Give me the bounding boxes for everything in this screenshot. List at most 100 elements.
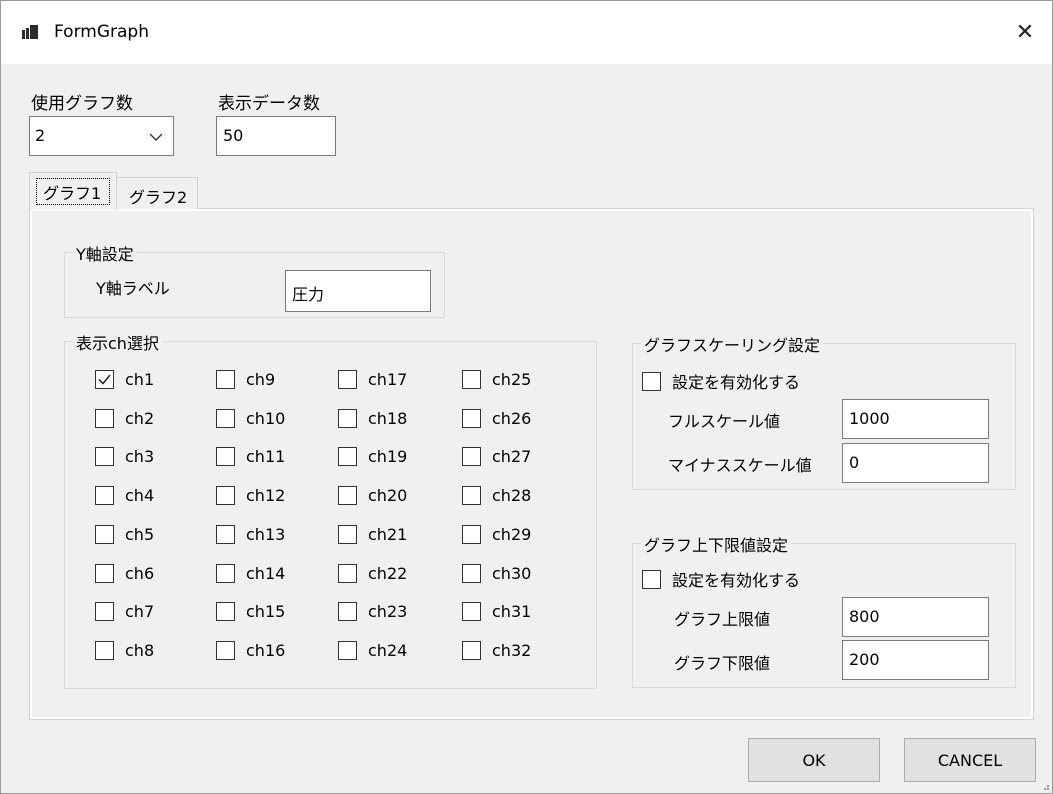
upper-limit-input[interactable]: 800 — [842, 597, 989, 637]
checkbox-box — [95, 564, 114, 583]
channel-checkbox-ch1[interactable]: ch1 — [95, 370, 154, 389]
channel-checkbox-ch11[interactable]: ch11 — [216, 447, 285, 466]
channel-checkbox-ch18[interactable]: ch18 — [338, 409, 407, 428]
minus-scale-label: マイナススケール値 — [668, 456, 812, 475]
channel-checkbox-ch2[interactable]: ch2 — [95, 409, 154, 428]
channel-label: ch22 — [368, 564, 408, 583]
channel-checkbox-ch22[interactable]: ch22 — [338, 564, 407, 583]
channel-label: ch7 — [125, 602, 155, 621]
channel-checkbox-ch23[interactable]: ch23 — [338, 602, 407, 621]
data-count-value: 50 — [223, 126, 244, 145]
channel-label: ch3 — [125, 447, 155, 466]
checkbox-box — [95, 525, 114, 544]
channel-label: ch32 — [492, 641, 532, 660]
checkbox-box — [216, 370, 235, 389]
channel-label: ch11 — [246, 447, 286, 466]
checkbox-box — [462, 409, 481, 428]
checkbox-box — [216, 564, 235, 583]
ok-button[interactable]: OK — [748, 738, 880, 782]
scaling-group-title: グラフスケーリング設定 — [641, 332, 824, 356]
checkbox-box — [216, 525, 235, 544]
data-count-label: 表示データ数 — [218, 94, 320, 114]
channel-checkbox-ch19[interactable]: ch19 — [338, 447, 407, 466]
minus-scale-input[interactable]: 0 — [842, 443, 989, 483]
limits-enable-checkbox[interactable]: 設定を有効化する — [642, 567, 800, 591]
channel-checkbox-ch14[interactable]: ch14 — [216, 564, 285, 583]
data-count-input[interactable]: 50 — [216, 116, 336, 156]
limits-enable-box — [642, 569, 661, 589]
channel-checkbox-ch6[interactable]: ch6 — [95, 564, 154, 583]
checkbox-box — [462, 602, 481, 621]
window-title: FormGraph — [54, 22, 149, 42]
checkbox-box — [338, 525, 357, 544]
checkbox-box — [462, 641, 481, 660]
channel-checkbox-ch32[interactable]: ch32 — [462, 641, 531, 660]
checkbox-box — [95, 486, 114, 505]
channel-checkbox-ch3[interactable]: ch3 — [95, 447, 154, 466]
checkbox-box — [462, 447, 481, 466]
tab-graph1[interactable]: グラフ1 — [29, 172, 117, 210]
yaxis-label-caption: Y軸ラベル — [96, 279, 170, 298]
close-icon: ✕ — [1015, 19, 1035, 45]
checkbox-box — [338, 370, 357, 389]
channel-checkbox-ch31[interactable]: ch31 — [462, 602, 531, 621]
channel-label: ch16 — [246, 641, 286, 660]
channel-label: ch1 — [125, 370, 155, 389]
full-scale-label: フルスケール値 — [668, 412, 781, 431]
channel-checkbox-ch21[interactable]: ch21 — [338, 525, 407, 544]
checkbox-box — [338, 409, 357, 428]
channel-label: ch17 — [368, 370, 408, 389]
channel-checkbox-ch16[interactable]: ch16 — [216, 641, 285, 660]
channel-checkbox-ch29[interactable]: ch29 — [462, 525, 531, 544]
channel-checkbox-ch28[interactable]: ch28 — [462, 486, 531, 505]
channel-label: ch18 — [368, 409, 408, 428]
checkbox-box — [95, 447, 114, 466]
channel-selection-group: 表示ch選択 — [64, 330, 597, 689]
channel-label: ch4 — [125, 486, 155, 505]
channel-label: ch8 — [125, 641, 155, 660]
tab-graph1-label: グラフ1 — [43, 184, 102, 203]
minus-scale-value: 0 — [849, 453, 860, 472]
scaling-enable-checkbox[interactable]: 設定を有効化する — [642, 369, 800, 393]
checkbox-box — [216, 486, 235, 505]
channel-checkbox-ch9[interactable]: ch9 — [216, 370, 275, 389]
tab-graph2[interactable]: グラフ2 — [116, 177, 198, 209]
channel-checkbox-ch13[interactable]: ch13 — [216, 525, 285, 544]
graph-count-dropdown[interactable]: 2 — [29, 116, 174, 156]
cancel-button[interactable]: CANCEL — [904, 738, 1036, 782]
app-form-icon — [22, 25, 38, 39]
scaling-enable-box — [642, 371, 661, 391]
channel-checkbox-ch24[interactable]: ch24 — [338, 641, 407, 660]
checkbox-box — [216, 447, 235, 466]
checkbox-box — [338, 564, 357, 583]
channel-group-title: 表示ch選択 — [73, 330, 162, 354]
close-button[interactable]: ✕ — [997, 0, 1053, 64]
channel-checkbox-ch4[interactable]: ch4 — [95, 486, 154, 505]
resize-grip-icon[interactable] — [1040, 781, 1050, 791]
checkbox-box — [462, 486, 481, 505]
channel-label: ch10 — [246, 409, 286, 428]
checkbox-box — [95, 409, 114, 428]
checkbox-box — [338, 641, 357, 660]
channel-checkbox-ch8[interactable]: ch8 — [95, 641, 154, 660]
upper-limit-label: グラフ上限値 — [674, 610, 771, 629]
channel-checkbox-ch27[interactable]: ch27 — [462, 447, 531, 466]
channel-checkbox-ch26[interactable]: ch26 — [462, 409, 531, 428]
full-scale-input[interactable]: 1000 — [842, 399, 989, 439]
channel-checkbox-ch30[interactable]: ch30 — [462, 564, 531, 583]
lower-limit-input[interactable]: 200 — [842, 640, 989, 680]
yaxis-label-input[interactable]: 圧力 — [285, 270, 431, 312]
channel-checkbox-ch10[interactable]: ch10 — [216, 409, 285, 428]
channel-checkbox-ch5[interactable]: ch5 — [95, 525, 154, 544]
graph-count-value: 2 — [35, 126, 46, 145]
checkbox-box — [95, 602, 114, 621]
channel-checkbox-ch20[interactable]: ch20 — [338, 486, 407, 505]
channel-checkbox-ch17[interactable]: ch17 — [338, 370, 407, 389]
checkbox-box — [462, 525, 481, 544]
channel-checkbox-ch15[interactable]: ch15 — [216, 602, 285, 621]
channel-checkbox-ch7[interactable]: ch7 — [95, 602, 154, 621]
channel-checkbox-ch12[interactable]: ch12 — [216, 486, 285, 505]
channel-checkbox-ch25[interactable]: ch25 — [462, 370, 531, 389]
channel-label: ch27 — [492, 447, 532, 466]
checkbox-box — [338, 602, 357, 621]
